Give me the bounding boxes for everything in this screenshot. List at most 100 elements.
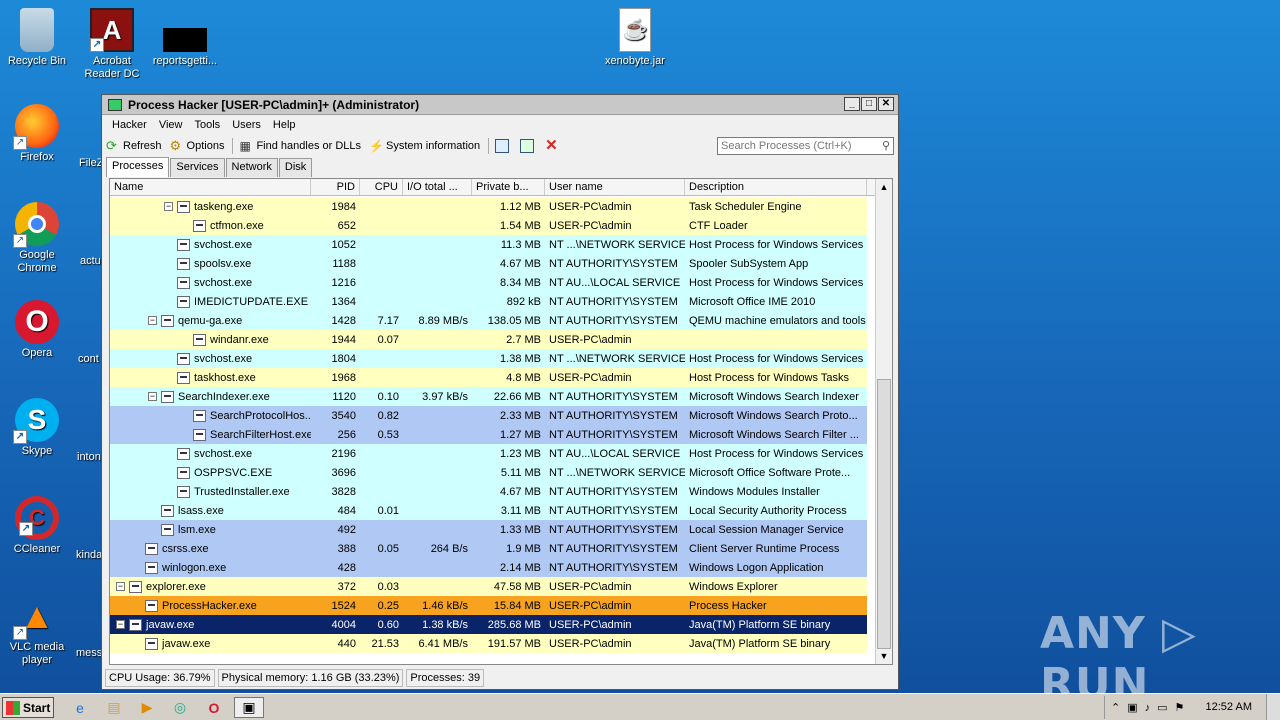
scroll-up-arrow-icon[interactable]: ▲: [876, 179, 892, 195]
process-row[interactable]: csrss.exe 388 0.05 264 B/s 1.9 MB NT AUTHORIT…: [110, 539, 867, 558]
tree-collapse-icon[interactable]: −: [116, 620, 125, 629]
media-player-taskbar-icon[interactable]: ▶: [135, 697, 159, 718]
column-header-io[interactable]: I/O total ...: [403, 179, 472, 195]
desktop-icon-skype[interactable]: S ↗ Skype: [0, 398, 74, 458]
tree-collapse-icon[interactable]: −: [164, 202, 173, 211]
tree-collapse-icon[interactable]: −: [148, 392, 157, 401]
refresh-button[interactable]: ⟳ Refresh: [106, 139, 162, 153]
process-row[interactable]: OSPPSVC.EXE 3696 5.11 MB NT ...\NETWORK SER…: [110, 463, 867, 482]
process-row[interactable]: − SearchIndexer.exe 1120 0.10 3.97 kB/s 22.66…: [110, 387, 867, 406]
process-row[interactable]: windanr.exe 1944 0.07 2.7 MB USER-PC\admin: [110, 330, 867, 349]
clock[interactable]: 12:52 AM: [1206, 701, 1252, 713]
scroll-thumb[interactable]: [877, 379, 891, 649]
desktop-icon-xenobyte-jar[interactable]: ☕ xenobyte.jar: [598, 8, 672, 68]
menu-hacker[interactable]: Hacker: [106, 119, 153, 131]
system-information-button[interactable]: ⚡ System information: [369, 139, 480, 153]
opera-taskbar-icon[interactable]: O: [202, 697, 226, 718]
ie-taskbar-icon[interactable]: e: [68, 697, 92, 718]
process-row[interactable]: taskhost.exe 1968 4.8 MB USER-PC\admin Host …: [110, 368, 867, 387]
desktop-icon-label-partial[interactable]: mess: [76, 647, 102, 659]
tree-collapse-icon[interactable]: −: [116, 582, 125, 591]
column-header-description[interactable]: Description: [685, 179, 867, 195]
desktop-icon-label-partial[interactable]: inton: [77, 451, 101, 463]
process-row[interactable]: ProcessHacker.exe 1524 0.25 1.46 kB/s 15.84 …: [110, 596, 867, 615]
flag-icon[interactable]: ⚑: [1175, 701, 1185, 714]
process-row[interactable]: − taskeng.exe 1984 1.12 MB USER-PC\admin Task…: [110, 197, 867, 216]
desktop-icon-label-partial[interactable]: actu: [80, 255, 101, 267]
process-row[interactable]: lsm.exe 492 1.33 MB NT AUTHORITY\SYSTEM Loca…: [110, 520, 867, 539]
find-handles-button[interactable]: ▦ Find handles or DLLs: [239, 139, 361, 153]
desktop-icon-chrome[interactable]: ↗ Google Chrome: [0, 202, 74, 275]
process-row[interactable]: spoolsv.exe 1188 4.67 MB NT AUTHORITY\SYSTE…: [110, 254, 867, 273]
close-button[interactable]: ✕: [878, 97, 894, 111]
menu-tools[interactable]: Tools: [189, 119, 227, 131]
tab-network[interactable]: Network: [225, 158, 278, 177]
process-row[interactable]: IMEDICTUPDATE.EXE 1364 892 kB NT AUTHORITY\…: [110, 292, 867, 311]
desktop-icon-recycle-bin[interactable]: Recycle Bin: [0, 8, 74, 68]
process-row[interactable]: javaw.exe 440 21.53 6.41 MB/s 191.57 MB USER-…: [110, 634, 867, 653]
process-row[interactable]: svchost.exe 2196 1.23 MB NT AU...\LOCAL SER…: [110, 444, 867, 463]
vertical-scrollbar[interactable]: ▲ ▼: [875, 179, 892, 664]
maximize-button[interactable]: □: [861, 97, 877, 111]
process-pid: 1968: [331, 371, 356, 384]
process-row[interactable]: svchost.exe 1216 8.34 MB NT AU...\LOCAL SER…: [110, 273, 867, 292]
process-row[interactable]: winlogon.exe 428 2.14 MB NT AUTHORITY\SYSTE…: [110, 558, 867, 577]
tab-disk[interactable]: Disk: [278, 158, 313, 177]
tab-processes[interactable]: Processes: [106, 157, 170, 177]
process-row[interactable]: lsass.exe 484 0.01 3.11 MB NT AUTHORITY\SYST…: [110, 501, 867, 520]
find-window-button[interactable]: [520, 139, 537, 153]
options-button[interactable]: ⚙ Options: [170, 139, 225, 153]
tab-services[interactable]: Services: [170, 158, 225, 177]
terminate-button[interactable]: ✕: [545, 138, 562, 153]
desktop-icon-reportsgetti[interactable]: reportsgetti...: [148, 8, 222, 68]
column-header-private-bytes[interactable]: Private b...: [472, 179, 545, 195]
process-private-bytes: 1.23 MB: [500, 447, 541, 460]
volume-icon[interactable]: ♪: [1145, 702, 1151, 714]
process-row[interactable]: SearchFilterHost.exe 256 0.53 1.27 MB NT AUT…: [110, 425, 867, 444]
process-pid: 1188: [332, 257, 356, 270]
column-header-cpu[interactable]: CPU: [360, 179, 403, 195]
tree-collapse-icon[interactable]: −: [148, 316, 157, 325]
process-row[interactable]: svchost.exe 1052 11.3 MB NT ...\NETWORK SER…: [110, 235, 867, 254]
desktop-icon-label-partial[interactable]: FileZ: [79, 157, 103, 169]
process-row[interactable]: − qemu-ga.exe 1428 7.17 8.89 MB/s 138.05 MB NT…: [110, 311, 867, 330]
desktop-icon-acrobat[interactable]: A ↗ Acrobat Reader DC: [75, 8, 149, 81]
process-hacker-taskbar-icon[interactable]: ▣: [234, 697, 264, 718]
process-description: Host Process for Windows Tasks: [689, 371, 849, 384]
column-header-name[interactable]: Name: [110, 179, 311, 195]
menu-users[interactable]: Users: [226, 119, 267, 131]
process-row[interactable]: svchost.exe 1804 1.38 MB NT ...\NETWORK SER…: [110, 349, 867, 368]
column-header-pid[interactable]: PID: [311, 179, 360, 195]
tray-expand-icon[interactable]: ⌃: [1111, 701, 1120, 714]
process-icon: [145, 637, 158, 650]
explorer-taskbar-icon[interactable]: ▤: [102, 697, 126, 718]
process-row[interactable]: − explorer.exe 372 0.03 47.58 MB USER-PC\admi…: [110, 577, 867, 596]
network-icon[interactable]: ▣: [1127, 701, 1137, 714]
process-row[interactable]: ctfmon.exe 652 1.54 MB USER-PC\admin CTF Loa…: [110, 216, 867, 235]
desktop-icon-label-partial[interactable]: kinda: [76, 549, 102, 561]
start-button[interactable]: Start: [2, 697, 54, 718]
menu-view[interactable]: View: [153, 119, 189, 131]
process-description: Task Scheduler Engine: [689, 200, 802, 213]
chrome-taskbar-icon[interactable]: ◎: [168, 697, 192, 718]
desktop-icon-vlc[interactable]: ▲ ↗ VLC media player: [0, 594, 74, 667]
desktop-icon-label-partial[interactable]: cont: [78, 353, 99, 365]
process-row[interactable]: SearchProtocolHos... 3540 0.82 2.33 MB NT AU…: [110, 406, 867, 425]
desktop-icon-ccleaner[interactable]: C ↗ CCleaner: [0, 496, 74, 556]
search-input[interactable]: Search Processes (Ctrl+K) ⚲: [717, 137, 894, 155]
column-header-user[interactable]: User name: [545, 179, 685, 195]
process-row[interactable]: TrustedInstaller.exe 3828 4.67 MB NT AUTHOR…: [110, 482, 867, 501]
process-row[interactable]: − javaw.exe 4004 0.60 1.38 kB/s 285.68 MB USER…: [110, 615, 867, 634]
menu-help[interactable]: Help: [267, 119, 302, 131]
process-icon: [177, 276, 190, 289]
title-bar[interactable]: Process Hacker [USER-PC\admin]+ (Adminis…: [102, 95, 898, 115]
toolbar-separator: [232, 138, 234, 154]
desktop-icon-firefox[interactable]: ↗ Firefox: [0, 104, 74, 164]
power-icon[interactable]: ▭: [1157, 701, 1167, 714]
scroll-down-arrow-icon[interactable]: ▼: [876, 648, 892, 664]
desktop-icon-opera[interactable]: O Opera: [0, 300, 74, 360]
window-button[interactable]: [495, 139, 512, 153]
process-private-bytes: 1.33 MB: [500, 523, 541, 536]
show-desktop-button[interactable]: [1266, 694, 1280, 720]
minimize-button[interactable]: _: [844, 97, 860, 111]
